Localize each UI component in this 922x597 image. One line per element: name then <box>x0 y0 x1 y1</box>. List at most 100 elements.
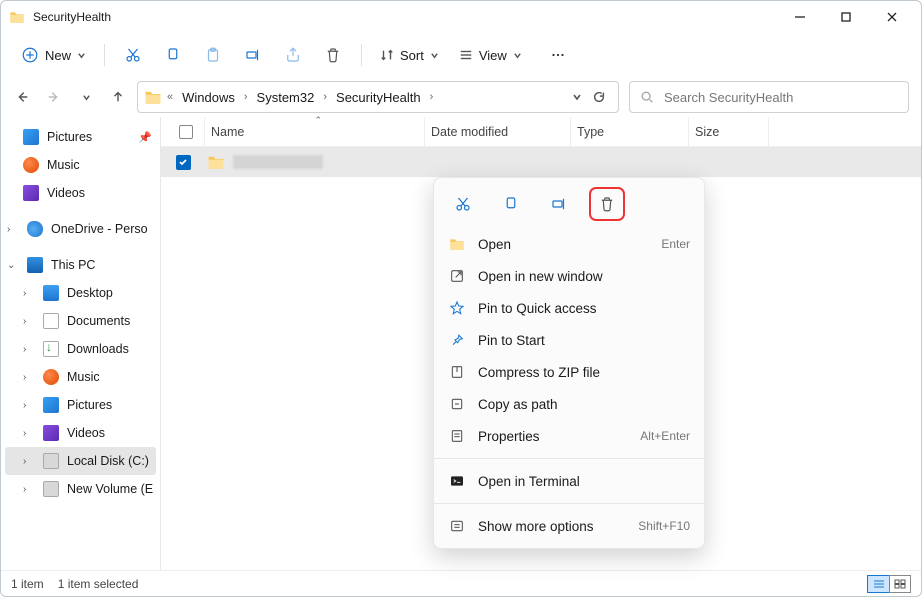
search-input[interactable]: Search SecurityHealth <box>629 81 909 113</box>
rename-button[interactable] <box>235 39 271 71</box>
back-button[interactable] <box>13 88 31 106</box>
ctx-terminal[interactable]: Open in Terminal <box>434 465 704 497</box>
refresh-icon[interactable] <box>592 90 606 104</box>
sidebar-item-videos[interactable]: Videos <box>1 179 160 207</box>
documents-icon <box>43 313 59 329</box>
sidebar-item-downloads[interactable]: ›Downloads <box>1 335 160 363</box>
toolbar: New Sort View <box>1 33 921 77</box>
more-button[interactable] <box>540 39 576 71</box>
file-row[interactable] <box>161 147 921 177</box>
ctx-more-options[interactable]: Show more optionsShift+F10 <box>434 510 704 542</box>
ctx-delete-button[interactable] <box>592 190 622 218</box>
chevron-down-icon <box>430 51 439 60</box>
column-headers: Name⌃ Date modified Type Size <box>161 117 921 147</box>
videos-icon <box>43 425 59 441</box>
close-button[interactable] <box>869 1 915 33</box>
select-all-checkbox[interactable] <box>161 117 205 146</box>
sidebar-item-desktop[interactable]: ›Desktop <box>1 279 160 307</box>
status-bar: 1 item 1 item selected <box>1 570 921 596</box>
folder-open-icon <box>448 236 466 252</box>
ctx-cut-button[interactable] <box>448 190 478 218</box>
cut-button[interactable] <box>115 39 151 71</box>
downloads-icon <box>43 341 59 357</box>
chevron-right-icon[interactable]: › <box>320 91 330 103</box>
ctx-compress[interactable]: Compress to ZIP file <box>434 356 704 388</box>
ctx-rename-button[interactable] <box>544 190 574 218</box>
title-bar: SecurityHealth <box>1 1 921 33</box>
chevron-right-icon[interactable]: › <box>427 91 437 103</box>
column-date[interactable]: Date modified <box>425 117 571 146</box>
expand-icon[interactable]: › <box>7 224 19 235</box>
sidebar-item-pictures[interactable]: Pictures📌 <box>1 123 160 151</box>
ctx-pin-start[interactable]: Pin to Start <box>434 324 704 356</box>
breadcrumb-item[interactable]: Windows <box>178 90 239 105</box>
pictures-icon <box>23 129 39 145</box>
breadcrumb-prefix[interactable]: « <box>164 91 176 103</box>
chevron-down-icon[interactable] <box>572 92 582 102</box>
sidebar-item-music[interactable]: ›Music <box>1 363 160 391</box>
row-checkbox[interactable] <box>161 155 205 170</box>
sidebar-item-documents[interactable]: ›Documents <box>1 307 160 335</box>
ctx-open-new-window[interactable]: Open in new window <box>434 260 704 292</box>
properties-icon <box>448 428 466 444</box>
column-name[interactable]: Name⌃ <box>205 117 425 146</box>
ctx-copy-path[interactable]: Copy as path <box>434 388 704 420</box>
chevron-down-icon <box>513 51 522 60</box>
collapse-icon[interactable]: ⌄ <box>7 260 19 271</box>
file-name-redacted <box>233 155 323 169</box>
sidebar-item-local-disk[interactable]: ›Local Disk (C:) <box>5 447 156 475</box>
sort-button[interactable]: Sort <box>372 44 447 67</box>
details-view-button[interactable] <box>867 575 889 593</box>
sidebar-item-thispc[interactable]: ⌄This PC <box>1 251 160 279</box>
star-icon <box>448 300 466 316</box>
desktop-icon <box>43 285 59 301</box>
new-button[interactable]: New <box>13 42 94 68</box>
ctx-pin-quick[interactable]: Pin to Quick access <box>434 292 704 324</box>
chevron-right-icon[interactable]: › <box>241 91 251 103</box>
delete-button[interactable] <box>315 39 351 71</box>
new-label: New <box>45 48 71 63</box>
maximize-button[interactable] <box>823 1 869 33</box>
paste-button[interactable] <box>195 39 231 71</box>
folder-icon <box>144 88 162 106</box>
view-button[interactable]: View <box>451 44 530 67</box>
column-size[interactable]: Size <box>689 117 769 146</box>
ctx-properties[interactable]: PropertiesAlt+Enter <box>434 420 704 452</box>
forward-button[interactable] <box>45 88 63 106</box>
breadcrumb-item[interactable]: System32 <box>253 90 319 105</box>
thispc-icon <box>27 257 43 273</box>
open-new-window-icon <box>448 268 466 284</box>
ctx-open[interactable]: OpenEnter <box>434 228 704 260</box>
onedrive-icon <box>27 221 43 237</box>
selected-count: 1 item selected <box>58 577 139 591</box>
zip-icon <box>448 364 466 380</box>
up-button[interactable] <box>109 88 127 106</box>
search-placeholder: Search SecurityHealth <box>664 90 793 105</box>
sidebar-item-videos[interactable]: ›Videos <box>1 419 160 447</box>
window-title: SecurityHealth <box>33 10 777 24</box>
minimize-button[interactable] <box>777 1 823 33</box>
pin-icon <box>448 332 466 348</box>
column-type[interactable]: Type <box>571 117 689 146</box>
pin-icon: 📌 <box>138 131 152 144</box>
address-bar[interactable]: « Windows › System32 › SecurityHealth › <box>137 81 619 113</box>
videos-icon <box>23 185 39 201</box>
terminal-icon <box>448 473 466 489</box>
breadcrumb-item[interactable]: SecurityHealth <box>332 90 425 105</box>
sidebar-item-pictures[interactable]: ›Pictures <box>1 391 160 419</box>
disk-icon <box>43 481 59 497</box>
thumbnails-view-button[interactable] <box>889 575 911 593</box>
sort-label: Sort <box>400 48 424 63</box>
sidebar-item-onedrive[interactable]: ›OneDrive - Perso <box>1 215 160 243</box>
recent-dropdown[interactable] <box>77 88 95 106</box>
ctx-copy-button[interactable] <box>496 190 526 218</box>
copy-path-icon <box>448 396 466 412</box>
music-icon <box>43 369 59 385</box>
share-button[interactable] <box>275 39 311 71</box>
copy-button[interactable] <box>155 39 191 71</box>
music-icon <box>23 157 39 173</box>
pictures-icon <box>43 397 59 413</box>
sidebar-item-music[interactable]: Music <box>1 151 160 179</box>
view-label: View <box>479 48 507 63</box>
sidebar-item-new-volume[interactable]: ›New Volume (E <box>1 475 160 503</box>
